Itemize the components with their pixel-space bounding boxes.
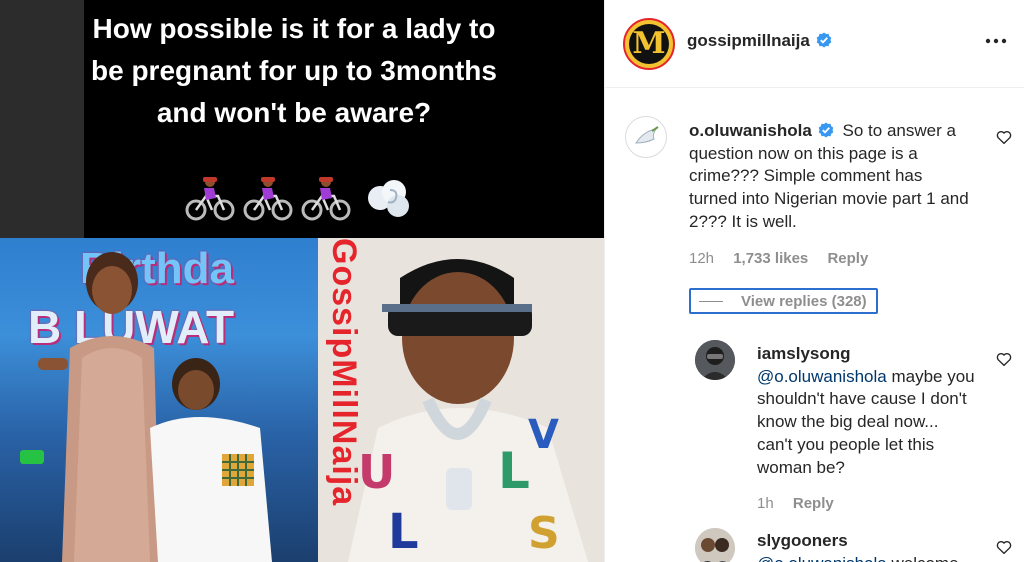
more-options-icon[interactable] xyxy=(983,28,1009,54)
reply-time[interactable]: 1h xyxy=(757,495,774,512)
reply-meta: 1h Reply xyxy=(757,495,849,512)
post-author-username[interactable]: gossipmillnaija xyxy=(687,31,832,51)
dove-avatar-icon xyxy=(635,126,659,144)
reply-mention-link[interactable]: @o.oluwanishola xyxy=(757,554,887,562)
comment-username[interactable]: o.oluwanishola xyxy=(689,121,812,140)
comment-meta: 12h 1,733 likes Reply xyxy=(689,250,883,267)
view-replies-button[interactable]: View replies (328) xyxy=(689,288,878,314)
comments-panel: M gossipmillnaija o.oluwanishola So to a… xyxy=(604,0,1024,562)
like-heart-icon[interactable] xyxy=(995,350,1013,368)
verified-badge-icon xyxy=(816,32,832,48)
watermark-text: GossipMillNaija xyxy=(325,238,363,507)
reply-text: welcome xyxy=(887,554,958,562)
reply-reply-button[interactable]: Reply xyxy=(793,495,834,512)
post-media[interactable]: How possible is it for a lady to be preg… xyxy=(0,0,604,562)
svg-text:V: V xyxy=(528,412,559,458)
party-photo-figures xyxy=(20,252,272,562)
view-replies-label[interactable]: View replies (328) xyxy=(741,293,867,310)
emoji-row xyxy=(180,170,420,226)
like-heart-icon[interactable] xyxy=(995,538,1013,556)
reply-body: slygooners @o.oluwanishola welcome xyxy=(757,530,987,562)
post-header: M gossipmillnaija xyxy=(605,0,1024,88)
commenter-avatar[interactable] xyxy=(625,116,667,158)
bicyclist-emoji xyxy=(243,177,293,221)
comment-time[interactable]: 12h xyxy=(689,250,714,267)
media-photo-party: Birthda B LUWAT xyxy=(0,238,318,562)
media-watermark: GossipMillNaija xyxy=(322,238,366,562)
svg-text:L: L xyxy=(498,442,530,500)
user-avatar-photo xyxy=(695,528,735,562)
verified-badge-icon xyxy=(818,122,834,138)
bicyclist-emoji xyxy=(185,177,235,221)
reply-username[interactable]: iamslysong xyxy=(757,344,851,363)
comment-reply-button[interactable]: Reply xyxy=(827,250,868,267)
post-author-logo: M xyxy=(629,24,669,64)
dashing-away-emoji xyxy=(368,180,409,217)
bicyclist-emoji xyxy=(301,177,351,221)
reply-username[interactable]: slygooners xyxy=(757,531,848,550)
post-author-name[interactable]: gossipmillnaija xyxy=(687,31,810,50)
media-headline: How possible is it for a lady to be preg… xyxy=(91,13,497,128)
svg-text:S: S xyxy=(528,508,560,559)
comment-likes[interactable]: 1,733 likes xyxy=(733,250,808,267)
comment-body: o.oluwanishola So to answer a question n… xyxy=(689,120,969,234)
like-heart-icon[interactable] xyxy=(995,128,1013,146)
reply-avatar[interactable] xyxy=(695,528,735,562)
post-author-avatar[interactable]: M xyxy=(623,18,675,70)
reply-body: iamslysong @o.oluwanishola maybe you sho… xyxy=(757,343,977,479)
user-avatar-photo xyxy=(695,340,735,380)
reply-avatar[interactable] xyxy=(695,340,735,380)
reply-mention-link[interactable]: @o.oluwanishola xyxy=(757,367,887,386)
media-dark-strip xyxy=(0,0,84,238)
svg-text:L: L xyxy=(388,504,419,560)
view-replies-line xyxy=(699,301,723,302)
